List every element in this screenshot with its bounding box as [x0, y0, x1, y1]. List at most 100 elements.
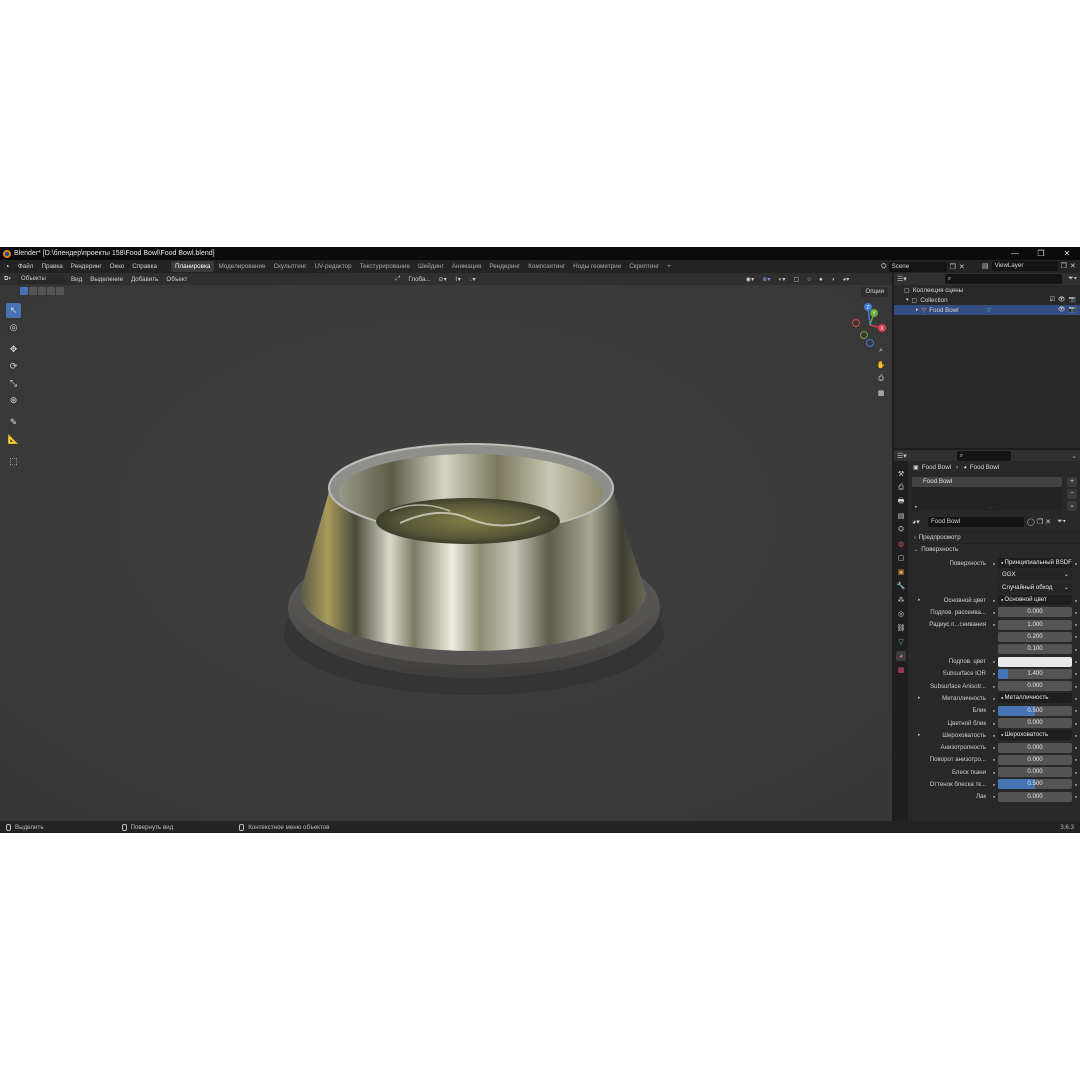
close-button[interactable]: ✕ [1054, 247, 1080, 260]
grid-icon[interactable]: ▦ [875, 387, 887, 399]
socket-icon[interactable]: ● [990, 794, 998, 799]
number-slider[interactable]: 0.500 [998, 779, 1072, 790]
outliner-row-scene-collection[interactable]: ▢ Коллекция сцены [894, 285, 1080, 295]
list-resize-icon[interactable]: ⋯ [988, 505, 993, 511]
tab-texture-paint[interactable]: Текстурирование [356, 261, 414, 272]
3d-viewport[interactable]: ⧉▾ Объекты Вид Выделение Добавить Объект… [0, 273, 892, 821]
keyframe-icon[interactable]: ● [1072, 684, 1080, 689]
preview-panel-header[interactable]: › Предпросмотр [910, 531, 1080, 543]
keyframe-icon[interactable]: ● [1072, 733, 1080, 738]
number-slider[interactable]: 0.000 [998, 742, 1072, 753]
outliner-row-collection[interactable]: ▾ ▢ Collection ☑ 👁 📷 [894, 295, 1080, 305]
gizmo-toggle-icon[interactable]: ⊕▾ [758, 276, 774, 283]
tab-uv-editing[interactable]: UV-редактор [311, 261, 356, 272]
xray-icon[interactable]: ▢ [789, 276, 803, 283]
expand-socket-icon[interactable]: ▸ [918, 597, 921, 603]
menu-object[interactable]: Объект [162, 276, 191, 283]
socket-icon[interactable]: ● [990, 708, 998, 713]
socket-icon[interactable]: ● [990, 782, 998, 787]
menu-render[interactable]: Рендеринг [67, 263, 106, 270]
checkbox-icon[interactable]: ☑ [1050, 296, 1055, 303]
delete-layer-icon[interactable]: ✕ [1070, 262, 1076, 270]
move-icon[interactable]: ✥ [6, 342, 21, 357]
keyframe-icon[interactable]: ● [1072, 721, 1080, 726]
shading-render-icon[interactable]: ◕▾ [839, 276, 854, 283]
scene-tab-icon[interactable]: ⛭ [896, 525, 906, 535]
object-tab-icon[interactable]: ▣ [896, 567, 906, 577]
mesh-data-icon[interactable]: ▽ [987, 307, 992, 314]
tab-modeling[interactable]: Моделирование [214, 261, 269, 272]
keyframe-icon[interactable]: ● [1072, 634, 1080, 639]
delete-scene-icon[interactable]: ✕ [959, 263, 965, 271]
texture-tab-icon[interactable]: ▩ [896, 665, 906, 675]
snap-icon[interactable]: ⌇▾ [451, 276, 465, 283]
filter-material-icon[interactable]: ⏷▾ [1057, 518, 1066, 526]
options-dropdown[interactable]: Опции [861, 287, 888, 297]
shading-material-icon[interactable]: ◑ [827, 276, 839, 283]
duplicate-material-icon[interactable]: ❐ [1037, 518, 1043, 526]
menu-window[interactable]: Окно [106, 263, 129, 270]
number-slider[interactable]: 1.000 [998, 619, 1072, 630]
node-link-field[interactable]: ● Принципиальный BSDF [998, 558, 1072, 569]
proportional-icon[interactable]: ◌▾ [465, 276, 480, 283]
properties-search-input[interactable]: ⌕ [956, 450, 1011, 461]
pivot-icon[interactable]: ⊙▾ [435, 276, 451, 283]
expand-list-icon[interactable]: ▸ [915, 504, 918, 510]
socket-icon[interactable]: ● [990, 671, 998, 676]
fake-user-icon[interactable]: ◯ [1027, 518, 1035, 526]
constraints-tab-icon[interactable]: ⛓ [896, 623, 906, 633]
outliner-search-input[interactable]: ⌕ [944, 274, 1062, 284]
add-workspace-button[interactable]: + [663, 261, 675, 272]
render-tab-icon[interactable]: ⎙ [896, 483, 906, 493]
slot-menu-button[interactable]: ⌄ [1067, 501, 1077, 511]
menu-help[interactable]: Справка [128, 263, 161, 270]
keyframe-icon[interactable]: ● [1072, 745, 1080, 750]
view-layer-field[interactable]: ViewLayer [991, 261, 1058, 271]
scale-icon[interactable]: ⤡ [6, 376, 21, 391]
hand-icon[interactable]: ✋ [875, 359, 887, 371]
tab-scripting[interactable]: Скриптинг [625, 261, 663, 272]
maximize-button[interactable]: ❐ [1028, 247, 1054, 260]
menu-add[interactable]: Добавить [127, 276, 162, 283]
number-slider[interactable]: 0.500 [998, 705, 1072, 716]
socket-icon[interactable]: ● [990, 696, 998, 701]
mode-label[interactable]: Объекты [17, 274, 66, 284]
socket-icon[interactable]: ● [990, 610, 998, 615]
new-layer-icon[interactable]: ❐ [1061, 262, 1067, 270]
keyframe-icon[interactable]: ● [1072, 782, 1080, 787]
annotate-icon[interactable]: ✎ [6, 415, 21, 430]
tab-animation[interactable]: Анимация [448, 261, 486, 272]
socket-icon[interactable]: ● [990, 561, 998, 566]
number-slider[interactable]: 0.000 [998, 767, 1072, 778]
expand-socket-icon[interactable]: ▸ [918, 695, 921, 701]
material-name-field[interactable]: Food Bowl [928, 516, 1024, 527]
keyframe-icon[interactable]: ● [1072, 770, 1080, 775]
surface-panel-header[interactable]: ⌄ Поверхность [910, 543, 1080, 555]
socket-icon[interactable]: ● [990, 622, 998, 627]
tab-shading[interactable]: Шейдинг [414, 261, 448, 272]
keyframe-icon[interactable]: ● [1072, 794, 1080, 799]
blender-menu-icon[interactable]: ◔ [0, 262, 14, 271]
new-scene-icon[interactable]: ❐ [950, 263, 956, 271]
eye-icon[interactable]: 👁 [1058, 306, 1066, 313]
menu-edit[interactable]: Правка [37, 263, 66, 270]
tab-sculpting[interactable]: Скульптинг [270, 261, 311, 272]
remove-slot-button[interactable]: − [1067, 489, 1077, 499]
transform-icon[interactable]: ⊛ [6, 393, 21, 408]
keyframe-icon[interactable]: ● [1072, 598, 1080, 603]
socket-icon[interactable]: ● [990, 721, 998, 726]
editor-type-icon[interactable]: ⧉▾ [0, 275, 15, 283]
keyframe-icon[interactable]: ● [1072, 659, 1080, 664]
properties-editor-icon[interactable]: ☰▾ [897, 452, 907, 460]
shading-wire-icon[interactable]: ○ [803, 276, 815, 283]
menu-file[interactable]: Файл [14, 263, 37, 270]
scene-selector[interactable]: ⛭ Scene ❐ ✕ [881, 261, 977, 272]
menu-view[interactable]: Вид [67, 276, 86, 283]
socket-icon[interactable]: ● [990, 733, 998, 738]
socket-icon[interactable]: ● [990, 659, 998, 664]
camera-icon[interactable]: ⎙ [875, 373, 887, 385]
node-link-field[interactable]: ● Шероховатость [998, 730, 1072, 741]
number-slider[interactable]: 0.000 [998, 681, 1072, 692]
pin-icon[interactable]: ⌄ [1071, 452, 1077, 460]
expand-arrow-icon[interactable]: ▸ [916, 307, 919, 313]
